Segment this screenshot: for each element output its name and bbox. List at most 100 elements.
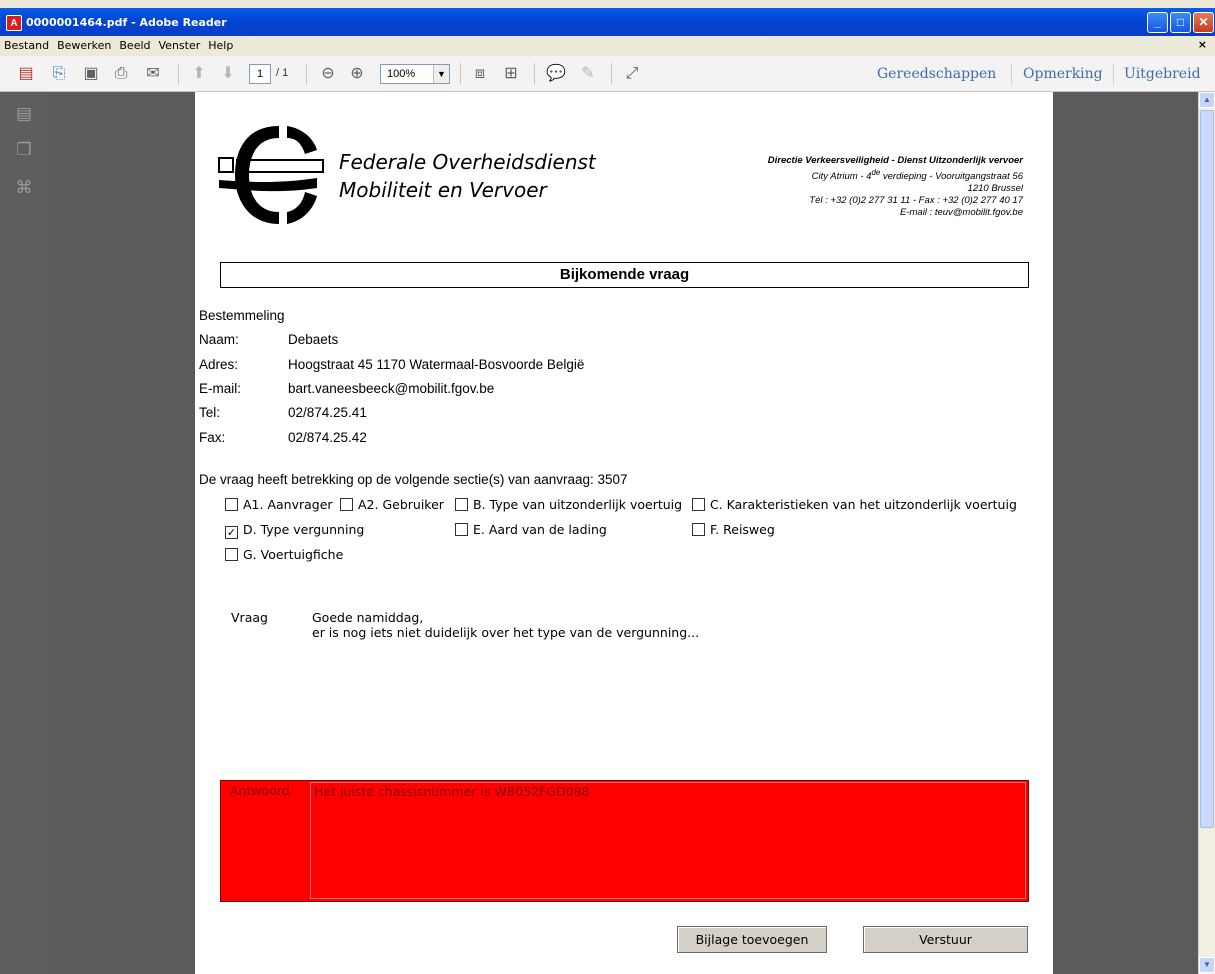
- tools-link[interactable]: Gereedschappen: [877, 66, 996, 82]
- answer-field[interactable]: Het juiste chassisnummer is WB052FGD088: [310, 782, 1026, 899]
- org-name-line1: Federale Overheidsdienst: [339, 150, 596, 174]
- checkbox-box[interactable]: [455, 498, 468, 511]
- org-name-line2: Mobiliteit en Vervoer: [339, 178, 547, 202]
- title-bar: A 0000001464.pdf - Adobe Reader _ □ ✕: [0, 8, 1215, 36]
- field-label: Adres:: [199, 357, 239, 372]
- question-line: er is nog iets niet duidelijk over het t…: [312, 625, 700, 640]
- checkbox-box[interactable]: [225, 548, 238, 561]
- field-email: E-mail: bart.vaneesbeeck@mobilit.fgov.be: [199, 381, 494, 396]
- checkbox-label: F. Reisweg: [710, 522, 775, 537]
- pdf-app-icon: A: [6, 15, 22, 31]
- checkbox-box[interactable]: [340, 498, 353, 511]
- checkbox-box[interactable]: [692, 498, 705, 511]
- menu-bewerken[interactable]: Bewerken: [53, 36, 115, 52]
- fit-width-icon[interactable]: ⊞: [501, 64, 521, 84]
- zoom-in-icon[interactable]: ⊕: [347, 64, 367, 84]
- save-icon[interactable]: ▣: [81, 64, 101, 84]
- navigation-panel: ▤ ❐ ⌘: [0, 92, 48, 974]
- zoom-select[interactable]: 100% ▼: [380, 64, 450, 84]
- checkbox-e[interactable]: E. Aard van de lading: [455, 522, 607, 537]
- scroll-down-icon[interactable]: ▼: [1199, 957, 1215, 973]
- checkbox-label: C. Karakteristieken van het uitzonderlij…: [710, 497, 1017, 512]
- page-total: / 1: [276, 67, 289, 79]
- comment-link[interactable]: Opmerking: [1023, 66, 1103, 82]
- sign-icon[interactable]: ✎: [578, 64, 598, 84]
- scroll-thumb[interactable]: [1200, 110, 1214, 828]
- address-line: Directie Verkeersveiligheid - Dienst Uit…: [767, 155, 1023, 166]
- toolbar: ▤ ⎘ ▣ ⎙ ✉ ⬆ ⬇ 1 / 1 ⊖ ⊕ 100% ▼ ⧈ ⊞ 💬 ✎ ⤢ …: [0, 56, 1215, 92]
- menu-venster[interactable]: Venster: [155, 36, 205, 52]
- layers-icon[interactable]: ❐: [13, 140, 35, 162]
- email-icon[interactable]: ✉: [143, 64, 163, 84]
- expand-icon[interactable]: ⤢: [622, 64, 642, 84]
- checkbox-box[interactable]: [692, 523, 705, 536]
- add-attachment-button[interactable]: Bijlage toevoegen: [677, 926, 827, 953]
- address-block: Directie Verkeersveiligheid - Dienst Uit…: [768, 155, 1023, 219]
- fit-page-icon[interactable]: ⧈: [470, 64, 490, 84]
- extended-link[interactable]: Uitgebreid: [1124, 66, 1201, 82]
- window-title: 0000001464.pdf - Adobe Reader: [26, 16, 227, 29]
- question-line: Goede namiddag,: [312, 610, 424, 625]
- checkbox-box[interactable]: [225, 498, 238, 511]
- checkbox-g[interactable]: G. Voertuigfiche: [225, 547, 343, 562]
- answer-text: Het juiste chassisnummer is WB052FGD088: [314, 784, 590, 799]
- checkbox-box-checked[interactable]: ✓: [225, 526, 238, 539]
- send-button[interactable]: Verstuur: [863, 926, 1028, 953]
- answer-box: Antwoord Het juiste chassisnummer is WB0…: [220, 780, 1029, 902]
- checkbox-label: B. Type van uitzonderlijk voertuig: [473, 497, 683, 512]
- close-button[interactable]: ✕: [1193, 12, 1214, 33]
- address-line: Tél : +32 (0)2 277 31 11 - Fax : +32 (0)…: [809, 195, 1023, 207]
- checkbox-d[interactable]: ✓ D. Type vergunning: [225, 522, 364, 539]
- field-name: Naam: Debaets: [199, 332, 338, 347]
- open-file-icon[interactable]: ⎘: [49, 64, 69, 84]
- address-line: 1210 Brussel: [967, 183, 1023, 195]
- next-page-icon[interactable]: ⬇: [218, 64, 238, 84]
- menu-bestand[interactable]: Bestand: [0, 36, 53, 52]
- vertical-scrollbar[interactable]: ▲ ▼: [1198, 92, 1215, 974]
- answer-label: Antwoord: [230, 783, 290, 798]
- checkbox-box[interactable]: [455, 523, 468, 536]
- checkbox-a2[interactable]: A2. Gebruiker: [340, 497, 444, 512]
- checkbox-b[interactable]: B. Type van uitzonderlijk voertuig: [455, 497, 682, 512]
- checkbox-label: A1. Aanvrager: [243, 497, 333, 512]
- toolbar-separator: [534, 63, 535, 85]
- chevron-down-icon[interactable]: ▼: [433, 65, 449, 83]
- toolbar-separator: [178, 63, 179, 85]
- maximize-button[interactable]: □: [1170, 12, 1191, 33]
- minimize-button[interactable]: _: [1147, 12, 1168, 33]
- field-value: Hoogstraat 45 1170 Watermaal-Bosvoorde B…: [288, 357, 585, 372]
- address-text: verdieping - Vooruitgangstraat 56: [880, 171, 1023, 183]
- previous-page-icon[interactable]: ⬆: [189, 64, 209, 84]
- menu-bar: Bestand Bewerken Beeld Venster Help ×: [0, 36, 1215, 56]
- field-tel: Tel: 02/874.25.41: [199, 405, 367, 420]
- checkbox-c[interactable]: C. Karakteristieken van het uitzonderlij…: [692, 497, 1017, 512]
- comment-bubble-icon[interactable]: 💬: [546, 64, 566, 84]
- toolbar-separator: [306, 63, 307, 85]
- address-text: City Atrium - 4: [811, 171, 872, 183]
- toolbar-separator: [611, 63, 612, 85]
- field-value: Debaets: [288, 332, 339, 347]
- create-pdf-icon[interactable]: ▤: [16, 64, 36, 84]
- field-fax: Fax: 02/874.25.42: [199, 430, 367, 445]
- menu-help[interactable]: Help: [204, 36, 237, 52]
- app-window: A 0000001464.pdf - Adobe Reader _ □ ✕ Be…: [0, 0, 1215, 974]
- checkbox-label: D. Type vergunning: [243, 522, 365, 537]
- print-icon[interactable]: ⎙: [111, 64, 131, 84]
- page-number-input[interactable]: 1: [249, 64, 271, 84]
- field-address: Adres: Hoogstraat 45 1170 Watermaal-Bosvo…: [199, 357, 584, 372]
- document-close-icon[interactable]: ×: [1198, 38, 1207, 51]
- zoom-out-icon[interactable]: ⊖: [318, 64, 338, 84]
- field-label: Fax:: [199, 430, 226, 445]
- field-value: 02/874.25.42: [288, 430, 367, 445]
- zoom-value: 100%: [387, 68, 416, 80]
- paperclip-icon[interactable]: ⌘: [13, 178, 35, 200]
- pages-icon[interactable]: ▤: [13, 104, 35, 126]
- fod-logo: [218, 126, 324, 224]
- scroll-up-icon[interactable]: ▲: [1199, 92, 1215, 108]
- menu-beeld[interactable]: Beeld: [115, 36, 154, 52]
- checkbox-a1[interactable]: A1. Aanvrager: [225, 497, 333, 512]
- checkbox-label: E. Aard van de lading: [473, 522, 607, 537]
- checkbox-f[interactable]: F. Reisweg: [692, 522, 775, 537]
- toolbar-separator: [460, 63, 461, 85]
- sections-text: De vraag heeft betrekking op de volgende…: [199, 472, 628, 487]
